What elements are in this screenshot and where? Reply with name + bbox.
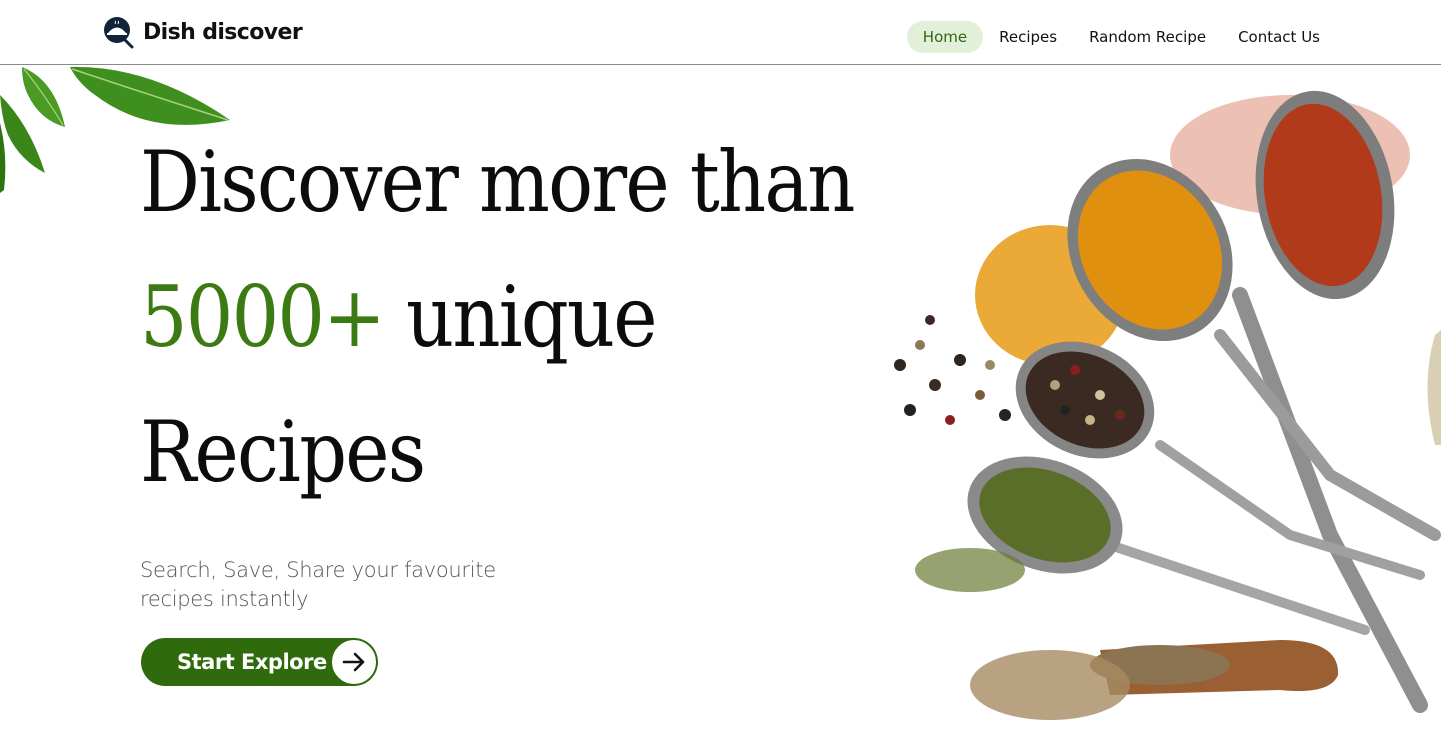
- nav-contact-us[interactable]: Contact Us: [1222, 21, 1336, 53]
- recipe-count: 5000+: [140, 268, 386, 366]
- brand[interactable]: Dish discover: [103, 16, 303, 49]
- brand-name: Dish discover: [143, 20, 303, 45]
- spices-spoons-image: [894, 90, 1441, 720]
- start-explore-button[interactable]: Start Explore: [141, 638, 378, 686]
- hero-heading-line-2: 5000+ unique: [140, 275, 658, 359]
- main-nav: Home Recipes Random Recipe Contact Us: [906, 21, 1336, 53]
- hero-heading-line-1: Discover more than: [140, 133, 855, 231]
- hero-heading-unique: unique: [383, 268, 658, 366]
- start-explore-label: Start Explore: [177, 650, 327, 674]
- nav-recipes[interactable]: Recipes: [983, 21, 1073, 53]
- nav-home[interactable]: Home: [906, 21, 984, 53]
- hero-subtitle: Search, Save, Share your favourite recip…: [140, 558, 496, 611]
- site-header: Dish discover Home Recipes Random Recipe…: [0, 0, 1441, 65]
- cloche-search-icon: [104, 17, 134, 49]
- arrow-right-icon: [331, 639, 377, 685]
- nav-random-recipe[interactable]: Random Recipe: [1073, 21, 1222, 53]
- hero-heading-line-3: Recipes: [140, 403, 426, 501]
